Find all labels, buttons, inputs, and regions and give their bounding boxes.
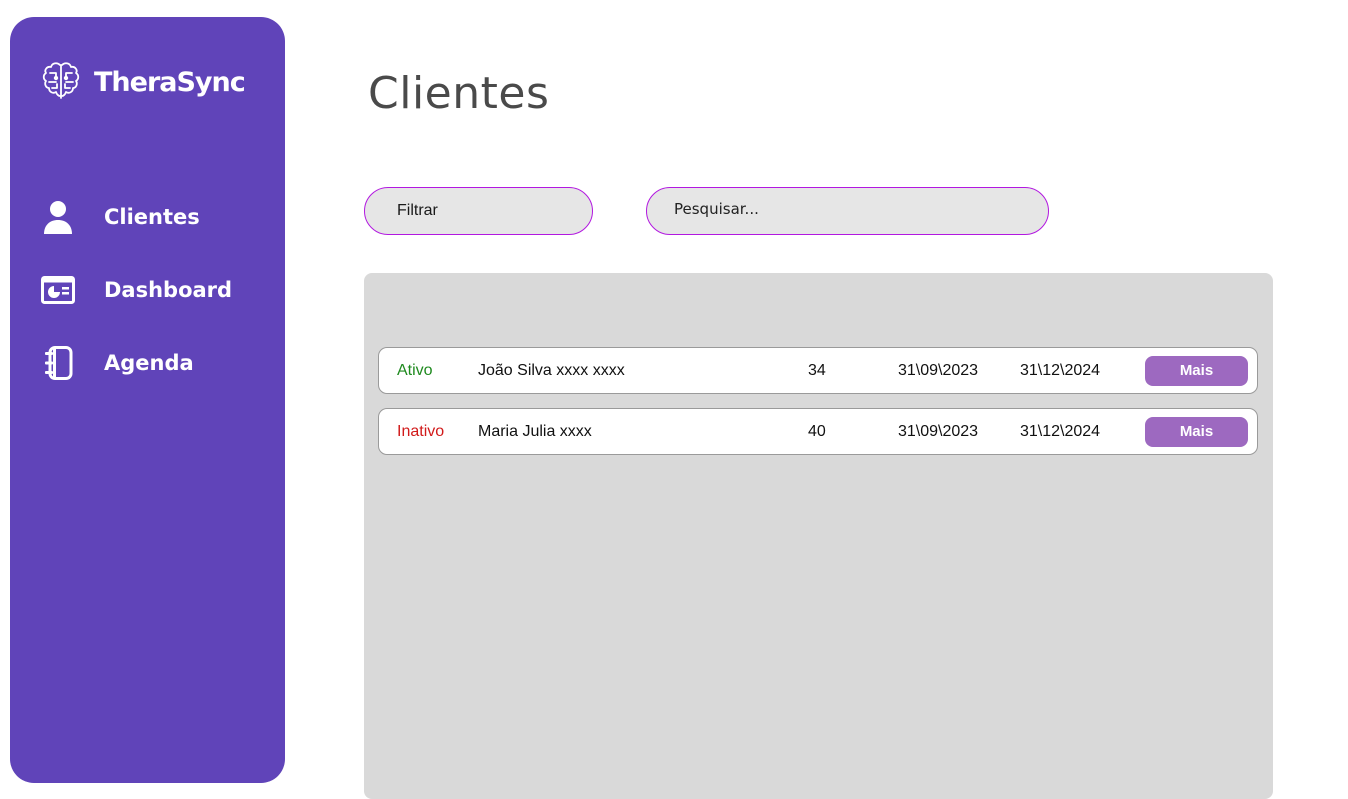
client-name: Maria Julia xxxx [478,422,592,440]
client-name: João Silva xxxx xxxx [478,361,625,379]
notebook-icon [40,345,76,381]
filter-button[interactable]: Filtrar [364,187,593,235]
table-row[interactable]: Inativo Maria Julia xxxx 40 31\09\2023 3… [378,408,1258,455]
filter-label: Filtrar [397,202,438,219]
sidebar-item-label: Clientes [104,205,200,229]
sidebar-item-agenda[interactable]: Agenda [40,345,194,381]
end-date: 31\12\2024 [1020,361,1101,379]
sidebar-item-dashboard[interactable]: Dashboard [40,272,232,308]
start-date: 31\09\2023 [898,361,979,379]
start-date: 31\09\2023 [898,422,979,440]
table-row[interactable]: Ativo João Silva xxxx xxxx 34 31\09\2023… [378,347,1258,394]
sidebar-item-label: Dashboard [104,278,233,302]
client-age: 34 [808,361,826,379]
client-age: 40 [808,422,826,440]
status-badge: Inativo [397,422,445,440]
brand-name: TheraSync [94,66,246,98]
brain-icon [42,62,80,99]
sidebar: TheraSync Clientes Dashboard Agenda [10,17,285,783]
search-input[interactable] [674,200,1014,218]
clients-table: Ativo João Silva xxxx xxxx 34 31\09\2023… [364,273,1273,799]
brand-logo[interactable]: TheraSync [38,59,246,105]
user-icon [40,199,76,235]
status-badge: Ativo [397,361,433,379]
search-box[interactable] [646,187,1049,235]
end-date: 31\12\2024 [1020,422,1101,440]
sidebar-item-clientes[interactable]: Clientes [40,199,200,235]
more-button[interactable]: Mais [1145,355,1248,386]
dashboard-icon [40,272,76,308]
page-title: Clientes [368,68,550,119]
more-button[interactable]: Mais [1145,416,1248,447]
sidebar-item-label: Agenda [104,351,194,375]
